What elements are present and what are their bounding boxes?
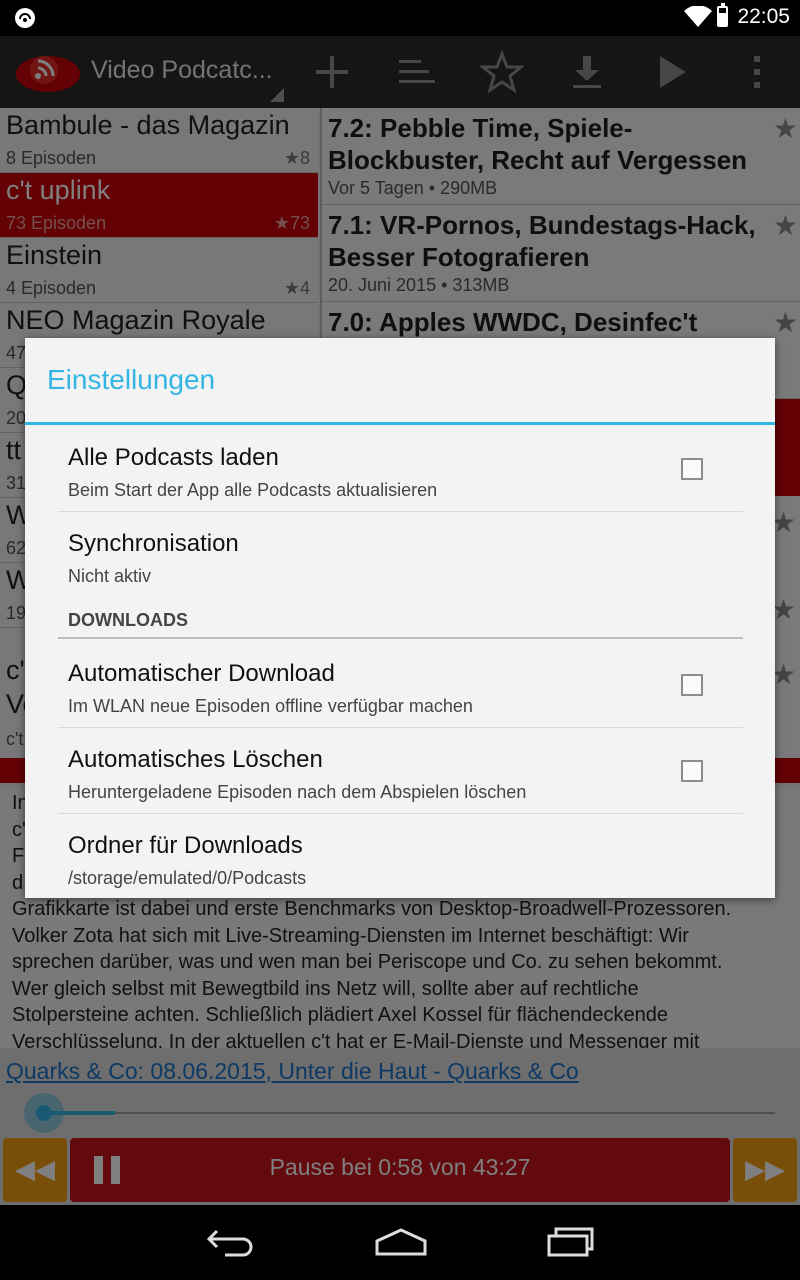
back-icon[interactable] bbox=[205, 1227, 255, 1257]
section-divider bbox=[58, 637, 743, 639]
pref-summary: Beim Start der App alle Podcasts aktuali… bbox=[68, 480, 438, 500]
divider bbox=[58, 727, 743, 728]
divider bbox=[58, 813, 743, 814]
home-icon[interactable] bbox=[374, 1227, 428, 1257]
section-header-downloads: DOWNLOADS bbox=[68, 610, 188, 630]
pref-download-folder[interactable]: Ordner für Downloads /storage/emulated/0… bbox=[58, 832, 743, 888]
auto-delete-checkbox[interactable] bbox=[681, 760, 703, 782]
pref-title: Automatisches Löschen bbox=[68, 746, 323, 773]
pref-title: Ordner für Downloads bbox=[68, 832, 303, 859]
pref-auto-download[interactable]: Automatischer Download Im WLAN neue Epis… bbox=[58, 660, 743, 726]
pref-title: Synchronisation bbox=[68, 530, 239, 557]
pref-summary: Im WLAN neue Episoden offline verfügbar … bbox=[68, 696, 473, 716]
pref-title: Alle Podcasts laden bbox=[68, 444, 279, 471]
navigation-bar bbox=[0, 1205, 800, 1280]
pref-auto-delete[interactable]: Automatisches Löschen Heruntergeladene E… bbox=[58, 746, 743, 812]
battery-icon bbox=[717, 3, 728, 27]
auto-download-checkbox[interactable] bbox=[681, 674, 703, 696]
divider bbox=[58, 511, 743, 512]
pref-summary: Nicht aktiv bbox=[68, 566, 152, 586]
settings-dialog: Einstellungen Alle Podcasts laden Beim S… bbox=[25, 338, 775, 898]
pref-title: Automatischer Download bbox=[68, 660, 335, 687]
dialog-title: Einstellungen bbox=[47, 364, 216, 395]
status-bar: 22:05 bbox=[0, 0, 800, 36]
pref-summary: Heruntergeladene Episoden nach dem Abspi… bbox=[68, 782, 527, 802]
pref-synchronisation[interactable]: Synchronisation Nicht aktiv bbox=[58, 530, 743, 596]
load-all-checkbox[interactable] bbox=[681, 458, 703, 480]
clock: 22:05 bbox=[737, 5, 790, 28]
pref-summary: /storage/emulated/0/Podcasts bbox=[68, 868, 307, 888]
wifi-icon bbox=[684, 6, 712, 27]
pref-load-all-podcasts[interactable]: Alle Podcasts laden Beim Start der App a… bbox=[58, 444, 743, 510]
recent-apps-icon[interactable] bbox=[546, 1227, 596, 1257]
title-divider bbox=[25, 422, 775, 425]
notification-icon bbox=[15, 8, 35, 28]
